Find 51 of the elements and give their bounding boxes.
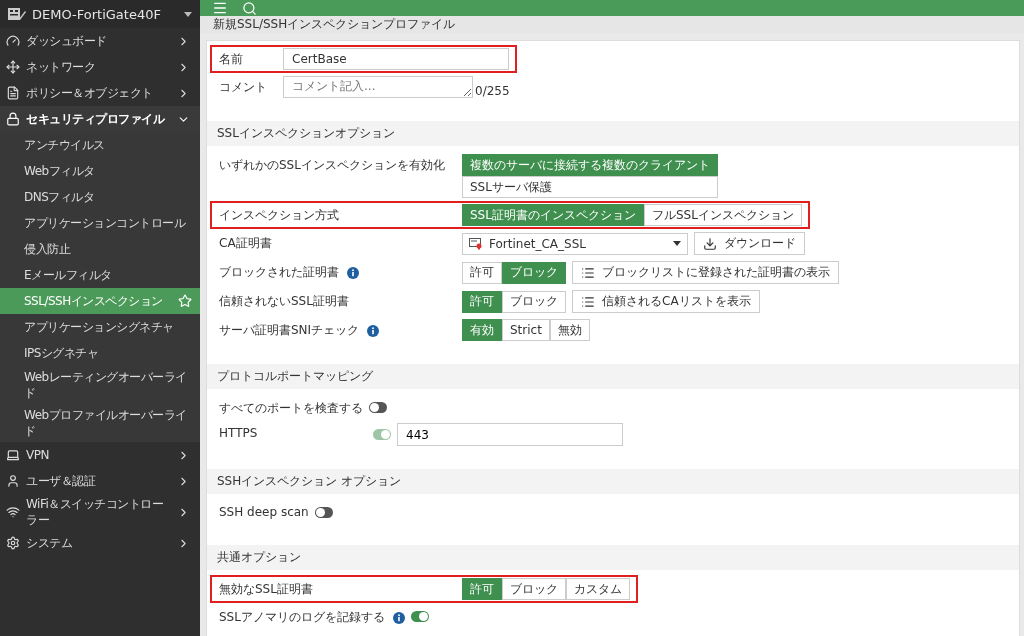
field-label: SSLアノマリのログを記録する	[219, 609, 385, 626]
field-label: SSH deep scan	[219, 505, 309, 519]
option-button[interactable]: フルSSLインスペクション	[643, 204, 802, 226]
field-label: インスペクション方式	[219, 207, 339, 224]
section-header: SSLインスペクションオプション	[207, 121, 1019, 146]
view-list-button[interactable]: ブロックリストに登録された証明書の表示	[572, 261, 839, 284]
sidebar-subitem[interactable]: 侵入防止	[0, 236, 200, 262]
field-label: CA証明書	[219, 235, 272, 252]
name-field[interactable]: CertBase	[283, 48, 509, 70]
section-header: プロトコルポートマッピング	[207, 364, 1019, 389]
option-button[interactable]: 無効	[549, 319, 590, 341]
sidebar-subitem[interactable]: アプリケーションシグネチャ	[0, 314, 200, 340]
sidebar-subitem[interactable]: DNSフィルタ	[0, 184, 200, 210]
field-label: すべてのポートを検査する	[219, 400, 363, 417]
sidebar-subitem[interactable]: Eメールフィルタ	[0, 262, 200, 288]
field-label: 名前	[219, 51, 243, 68]
page-title: 新規SSL/SSHインスペクションプロファイル	[213, 16, 456, 33]
option-button[interactable]: SSLサーバ保護	[462, 176, 718, 198]
certificate-select[interactable]: Fortinet_CA_SSL	[462, 232, 688, 255]
sidebar-subitem[interactable]: アンチウイルス	[0, 132, 200, 158]
field-label: いずれかのSSLインスペクションを有効化	[219, 157, 445, 174]
field-label: サーバ証明書SNIチェック	[219, 322, 360, 339]
option-button[interactable]: 複数のサーバに接続する複数のクライアント	[462, 154, 718, 176]
comment-field[interactable]: コメント記入...	[283, 76, 473, 98]
sidebar-subitem[interactable]: Webレーティングオーバーライド	[0, 366, 200, 404]
field-label: コメント	[219, 79, 267, 96]
option-button[interactable]: 許可	[462, 578, 502, 600]
field-label: ブロックされた証明書	[219, 264, 339, 281]
sidebar-item[interactable]: セキュリティプロファイル	[0, 106, 200, 132]
option-button[interactable]: SSL証明書のインスペクション	[462, 204, 644, 226]
view-list-button[interactable]: 信頼されるCAリストを表示	[572, 290, 760, 313]
field-label: 信頼されないSSL証明書	[219, 293, 349, 310]
option-button[interactable]: 有効	[462, 319, 502, 341]
option-button[interactable]: カスタム	[566, 578, 630, 600]
char-counter: 0/255	[475, 84, 510, 98]
option-button[interactable]: ブロック	[502, 261, 566, 284]
option-button[interactable]: ブロック	[502, 290, 566, 313]
sidebar-subitem[interactable]: Webプロファイルオーバーライド	[0, 404, 200, 442]
sidebar-subitem[interactable]: Webフィルタ	[0, 158, 200, 184]
option-button[interactable]: ブロック	[502, 578, 566, 600]
option-button[interactable]: Strict	[502, 319, 550, 341]
field-label: HTTPS	[219, 426, 258, 440]
section-header: 共通オプション	[207, 545, 1019, 570]
sidebar-subitem[interactable]: IPSシグネチャ	[0, 340, 200, 366]
option-button[interactable]: 許可	[462, 261, 502, 284]
field-label: 無効なSSL証明書	[219, 581, 313, 598]
sidebar-subitem[interactable]: アプリケーションコントロール	[0, 210, 200, 236]
download-button[interactable]: ダウンロード	[694, 232, 805, 255]
section-header: SSHインスペクション オプション	[207, 469, 1019, 494]
option-button[interactable]: 許可	[462, 290, 502, 313]
device-selector[interactable]: DEMO-FortiGate40F	[0, 0, 200, 28]
